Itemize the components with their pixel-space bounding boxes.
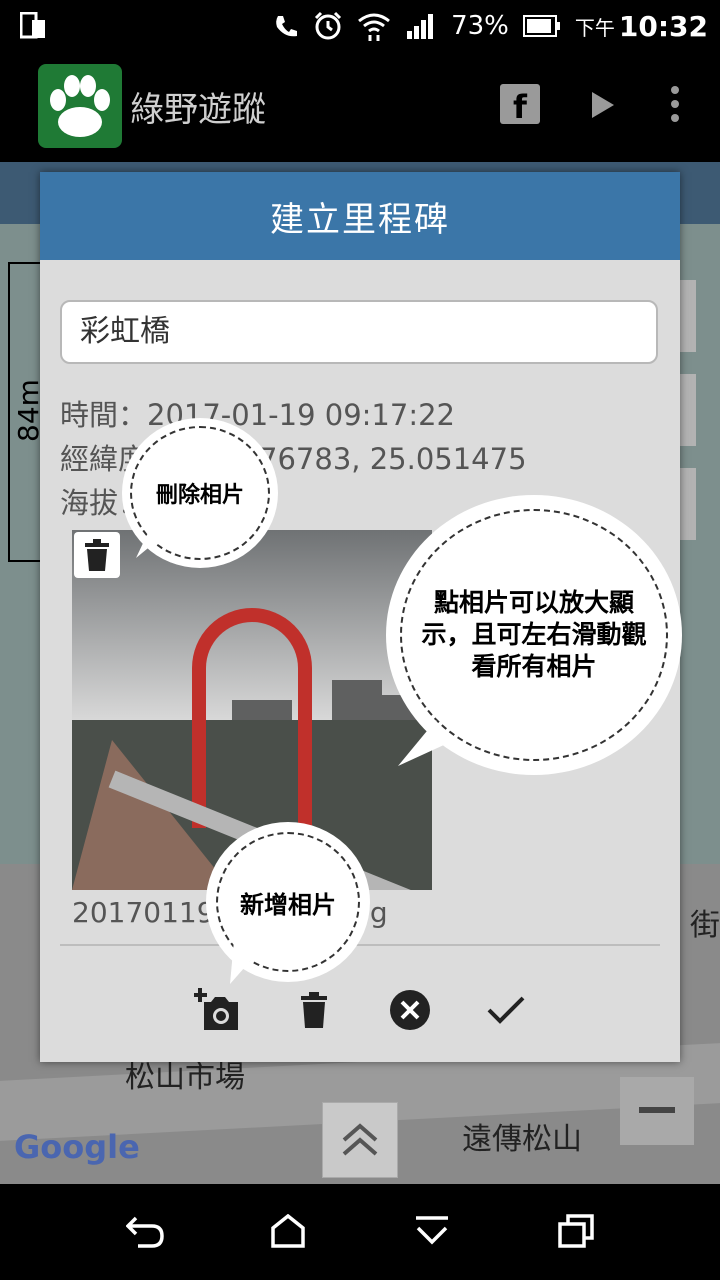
- battery-percent: 73%: [451, 11, 509, 41]
- alarm-icon: [315, 11, 342, 40]
- phone-mute-icon: [276, 16, 298, 37]
- app-bar: 綠野遊蹤 f: [0, 52, 720, 162]
- trash-icon: [85, 539, 109, 571]
- dialog-toolbar: [190, 982, 534, 1038]
- battery-icon: [522, 15, 560, 37]
- bubble-tail: [230, 940, 260, 984]
- bubble-tail: [398, 720, 446, 766]
- map-place-label: 街: [690, 908, 720, 943]
- cancel-button[interactable]: [382, 982, 438, 1038]
- facebook-icon[interactable]: f: [500, 84, 540, 126]
- google-logo: Google: [14, 1128, 140, 1166]
- trash-icon: [301, 992, 327, 1028]
- clock: 10:32: [618, 9, 708, 43]
- notifications-down-icon[interactable]: [414, 1214, 450, 1248]
- double-chevron-up-icon: [342, 1123, 378, 1156]
- add-photo-button[interactable]: [190, 982, 246, 1038]
- check-icon: [487, 996, 525, 1024]
- app-title: 綠野遊蹤: [130, 90, 266, 130]
- back-icon[interactable]: [126, 1214, 164, 1248]
- signal-icon: [407, 14, 434, 39]
- confirm-button[interactable]: [478, 982, 534, 1038]
- wifi-icon: [358, 13, 390, 41]
- cancel-icon: [390, 990, 430, 1030]
- add-photo-icon: [194, 988, 238, 1030]
- milestone-name-input[interactable]: 彩虹橋: [60, 300, 658, 364]
- divider: [60, 944, 660, 946]
- expand-button[interactable]: [322, 1102, 398, 1178]
- status-bar: 73% 下午 10:32: [0, 0, 720, 52]
- play-icon[interactable]: [590, 90, 616, 120]
- dialog-title: 建立里程碑: [40, 172, 680, 260]
- am-pm-label: 下午: [574, 15, 615, 40]
- bubble-tail: [136, 520, 170, 558]
- home-icon[interactable]: [270, 1214, 306, 1248]
- more-vert-icon[interactable]: [668, 84, 682, 124]
- navigation-bar: [0, 1184, 720, 1280]
- map-place-label: 遠傳松山: [462, 1122, 582, 1157]
- app-logo: [38, 64, 122, 148]
- paw-icon: [50, 75, 110, 137]
- delete-button[interactable]: [286, 982, 342, 1038]
- screen-mirror-icon: [20, 12, 45, 39]
- zoom-out-button[interactable]: [620, 1077, 694, 1145]
- recent-apps-icon[interactable]: [558, 1214, 594, 1248]
- minus-icon: [639, 1107, 675, 1113]
- delete-photo-button[interactable]: [74, 532, 120, 578]
- time-info: 時間：2017-01-19 09:17:22: [60, 398, 455, 432]
